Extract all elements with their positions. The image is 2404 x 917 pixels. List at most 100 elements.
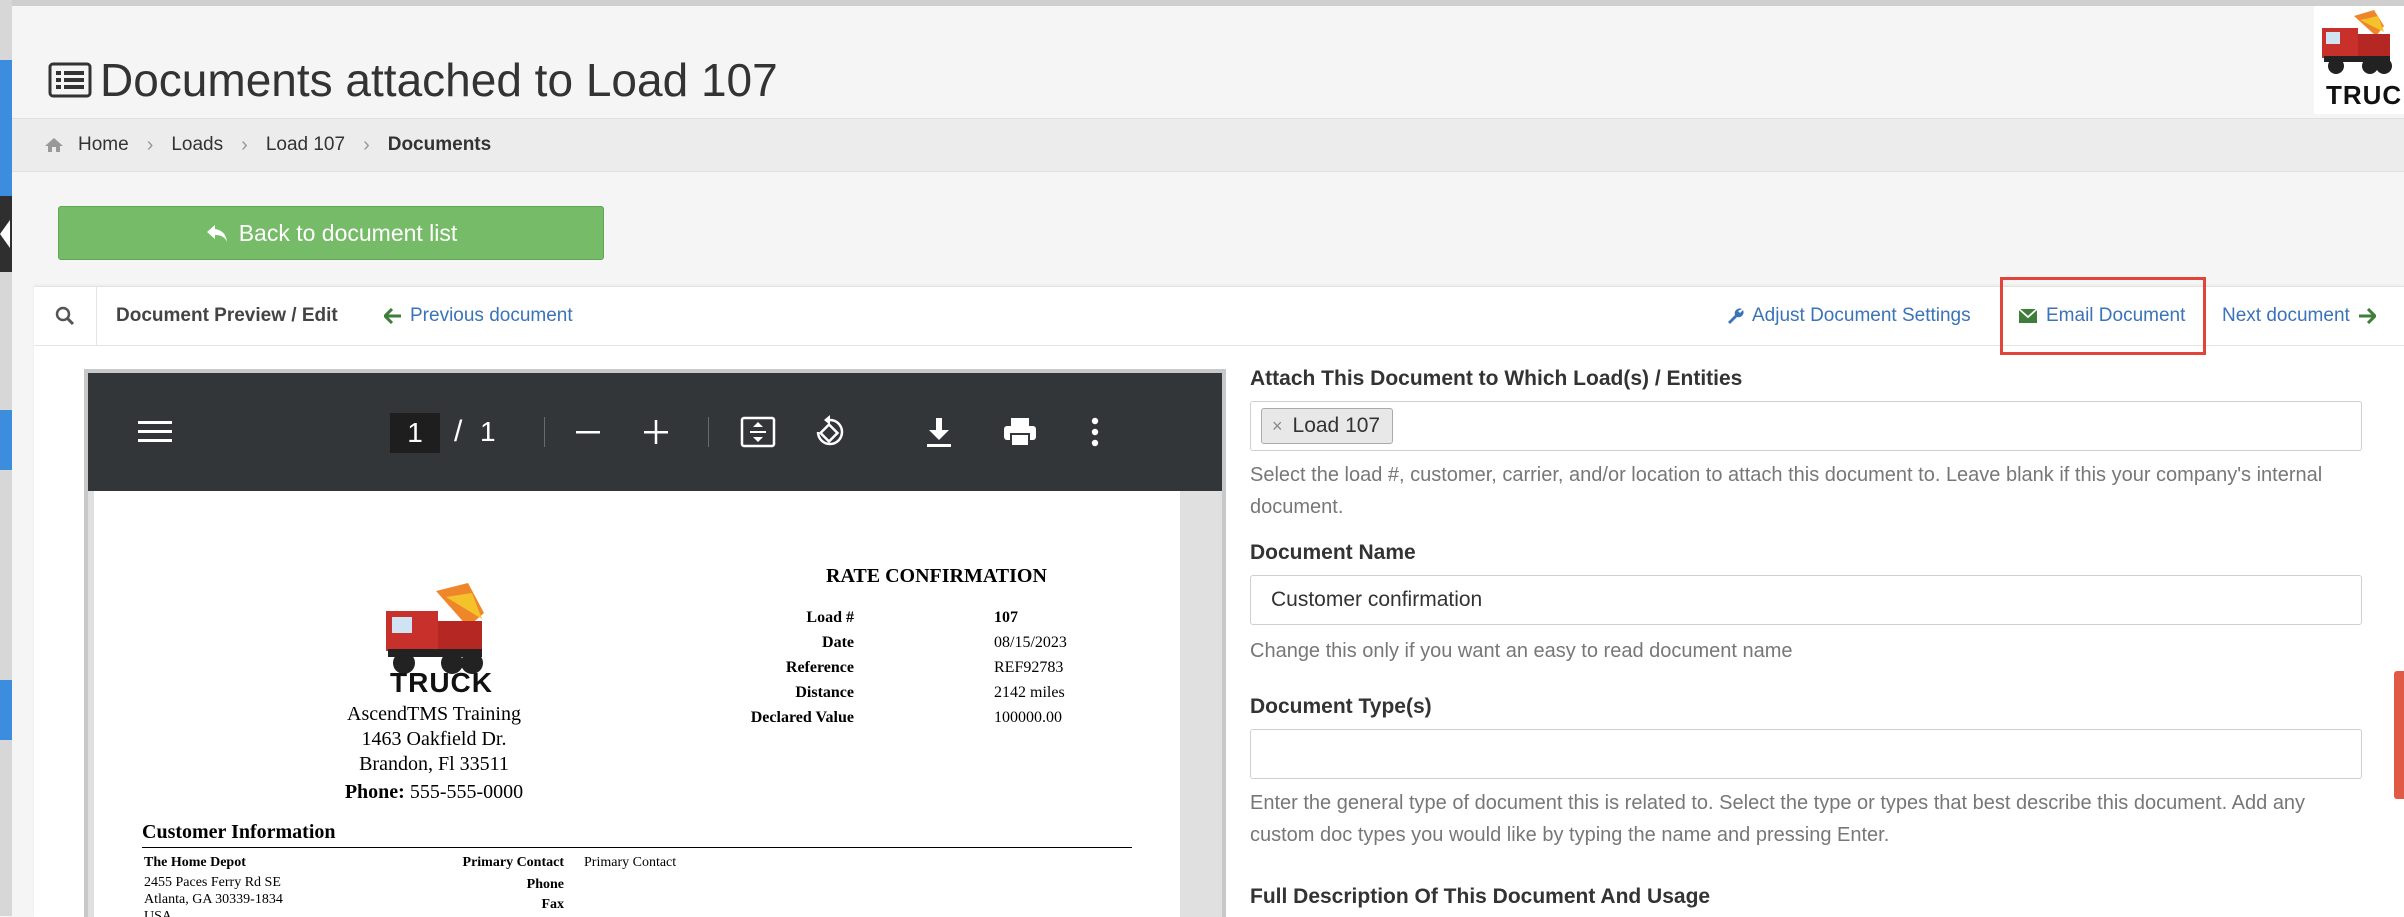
- toolbar-label: Document Preview / Edit: [116, 305, 338, 326]
- vertical-ellipsis-icon: [1091, 417, 1099, 447]
- page-title: Documents attached to Load 107: [48, 48, 778, 112]
- company-address-2: Brandon, Fl 33511: [359, 753, 509, 775]
- company-name: AscendTMS Training: [347, 703, 521, 725]
- download-icon: [927, 418, 951, 447]
- company-phone-label: Phone:: [344, 781, 405, 803]
- fit-page-icon: [740, 416, 776, 448]
- customer-address-2: Atlanta, GA 30339-1834: [144, 892, 283, 907]
- description-label: Full Description Of This Document And Us…: [1250, 885, 1711, 908]
- download-button[interactable]: [924, 373, 954, 491]
- print-button[interactable]: [1002, 373, 1038, 491]
- customer-address-1: 2455 Paces Ferry Rd SE: [144, 875, 281, 890]
- rc-value: 100000.00: [994, 709, 1062, 726]
- hamburger-icon: [138, 421, 172, 442]
- divider: [142, 847, 1132, 848]
- truck-logo-icon: [386, 583, 484, 674]
- rotate-button[interactable]: [812, 373, 848, 491]
- document-name-label: Document Name: [1250, 541, 1416, 564]
- pdf-page: TRUCK RATE CONFIRMATION Load # 107 Date …: [94, 491, 1180, 917]
- previous-document-link[interactable]: Previous document: [384, 287, 573, 345]
- minus-icon: [576, 431, 600, 434]
- company-address-1: 1463 Oakfield Dr.: [361, 728, 507, 750]
- breadcrumb-load[interactable]: Load 107: [266, 134, 345, 156]
- fit-page-button[interactable]: [740, 373, 776, 491]
- list-alt-icon: [48, 62, 92, 98]
- load-tag: × Load 107: [1261, 408, 1394, 444]
- plus-icon: [644, 420, 668, 444]
- adjust-settings-label: Adjust Document Settings: [1752, 305, 1971, 326]
- chevron-right-icon: ›: [146, 133, 154, 156]
- rc-label: Declared Value: [750, 709, 854, 726]
- sidebar-accent: [0, 60, 12, 200]
- home-icon: [45, 138, 63, 152]
- more-options-button[interactable]: [1090, 373, 1100, 491]
- document-name-input[interactable]: Customer confirmation: [1250, 575, 2362, 625]
- rotate-icon: [816, 415, 844, 446]
- page-total: 1: [480, 416, 496, 447]
- menu-button[interactable]: [138, 373, 172, 491]
- document-toolbar: Document Preview / Edit Previous documen…: [34, 277, 2404, 355]
- back-to-document-list-button[interactable]: Back to document list: [58, 206, 604, 260]
- zoom-out-button[interactable]: [574, 373, 602, 491]
- sidebar-accent: [0, 680, 12, 740]
- primary-contact-label: Primary Contact: [462, 855, 564, 870]
- arrow-right-icon: [2358, 308, 2376, 324]
- company-logo: TRUCK: [2314, 6, 2404, 114]
- wrench-icon: [1728, 308, 1744, 324]
- chevron-right-icon: ›: [241, 133, 248, 156]
- remove-tag-icon[interactable]: ×: [1272, 416, 1283, 437]
- breadcrumb-loads[interactable]: Loads: [171, 134, 223, 156]
- arrow-left-icon: [384, 308, 401, 324]
- reply-icon: [206, 225, 227, 242]
- sidebar-accent: [0, 410, 12, 470]
- attach-entities-input[interactable]: × Load 107: [1250, 401, 2362, 451]
- phone-label: Phone: [526, 877, 564, 892]
- rc-label: Date: [822, 634, 854, 651]
- rc-value: 2142 miles: [994, 684, 1065, 701]
- page-separator: /: [454, 415, 463, 448]
- next-document-label: Next document: [2222, 305, 2350, 326]
- breadcrumb: Home › Loads › Load 107 › Documents: [12, 118, 2404, 172]
- document-name-help: Change this only if you want an easy to …: [1250, 640, 1793, 662]
- search-icon: [55, 306, 75, 326]
- pdf-toolbar: 1 / 1: [88, 373, 1222, 491]
- document-type-label: Document Type(s): [1250, 695, 1432, 718]
- highlight-box: [2000, 277, 2206, 355]
- page-number-input[interactable]: 1: [390, 413, 440, 453]
- rate-confirmation-title: RATE CONFIRMATION: [826, 565, 1047, 587]
- load-tag-label: Load 107: [1292, 414, 1381, 437]
- scroll-indicator[interactable]: [2394, 671, 2404, 799]
- toolbar-divider: [544, 417, 545, 447]
- search-button[interactable]: [34, 287, 97, 345]
- attach-help-text: Select the load #, customer, carrier, an…: [1250, 464, 2323, 518]
- primary-contact-value: Primary Contact: [584, 855, 677, 870]
- document-panel: Document Preview / Edit Previous documen…: [34, 277, 2404, 917]
- left-sidebar-strip: [0, 0, 12, 916]
- rc-value: REF92783: [994, 659, 1064, 676]
- company-phone: Phone: 555-555-0000: [274, 781, 594, 804]
- rc-label: Reference: [785, 659, 854, 676]
- document-type-help: Enter the general type of document this …: [1250, 792, 2306, 846]
- top-border: [12, 0, 2404, 6]
- customer-name: The Home Depot: [144, 855, 246, 870]
- breadcrumb-home[interactable]: Home: [78, 134, 129, 156]
- pdf-viewer: 1 / 1 TRUCK RATE CONFIRMATION Load # 107…: [84, 369, 1226, 917]
- previous-document-label: Previous document: [410, 305, 573, 326]
- attach-label: Attach This Document to Which Load(s) / …: [1250, 367, 1743, 390]
- fax-label: Fax: [541, 897, 564, 912]
- breadcrumb-current: Documents: [387, 134, 492, 155]
- sidebar-collapse-arrow[interactable]: [0, 220, 10, 248]
- next-document-link[interactable]: Next document: [2222, 287, 2384, 345]
- rc-value: 08/15/2023: [994, 634, 1067, 651]
- rc-value: 107: [994, 609, 1018, 626]
- toolbar-divider: [708, 417, 709, 447]
- rc-label: Distance: [795, 684, 854, 701]
- back-button-label: Back to document list: [238, 219, 458, 246]
- document-logo-text: TRUCK: [390, 667, 493, 698]
- page-title-text: Documents attached to Load 107: [100, 54, 778, 106]
- customer-info-header: Customer Information: [142, 821, 336, 843]
- zoom-in-button[interactable]: [642, 373, 670, 491]
- print-icon: [1004, 418, 1036, 447]
- adjust-document-settings-link[interactable]: Adjust Document Settings: [1726, 287, 1971, 345]
- document-type-input[interactable]: [1250, 729, 2362, 779]
